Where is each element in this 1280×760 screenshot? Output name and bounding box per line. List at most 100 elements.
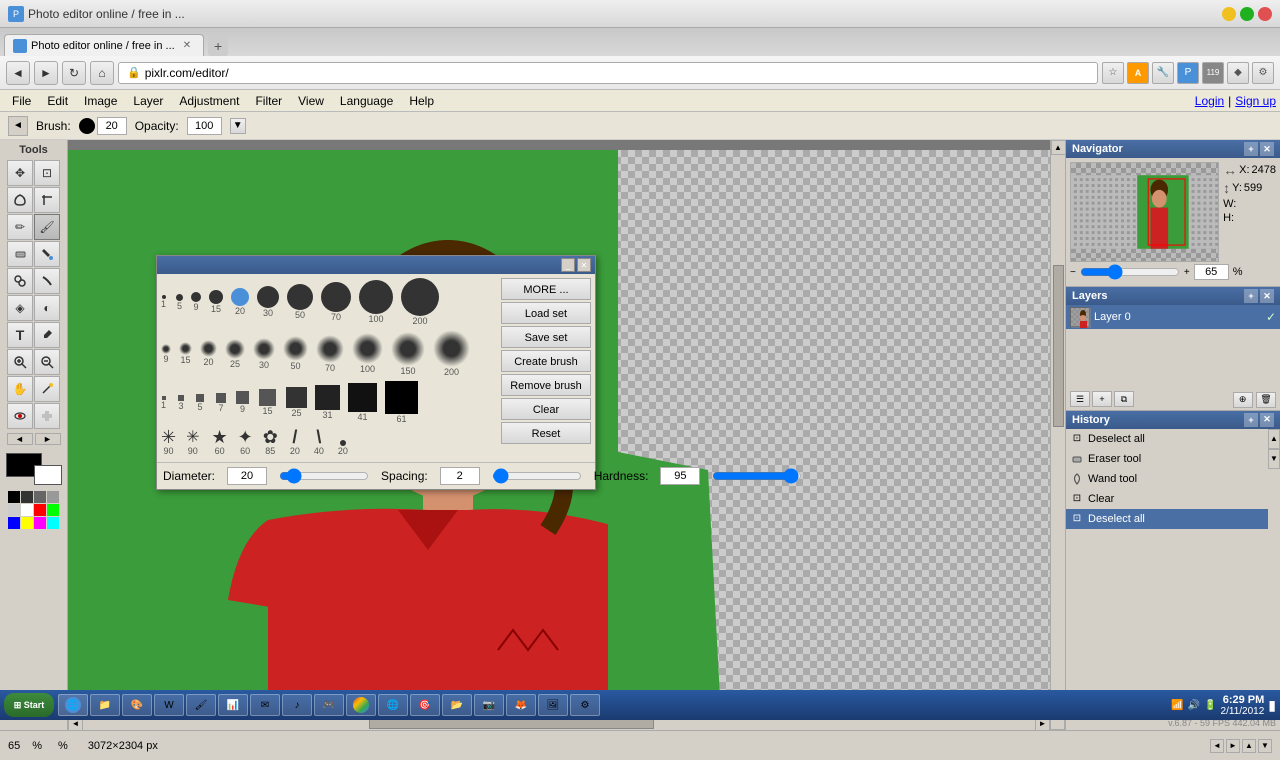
back-button[interactable]: ◄ xyxy=(6,61,30,85)
history-item-3[interactable]: ⊡ Clear xyxy=(1066,489,1268,509)
brush-size-input[interactable] xyxy=(97,117,127,135)
history-item-0[interactable]: ⊡ Deselect all xyxy=(1066,429,1268,449)
sq-brush-3[interactable]: 3 xyxy=(178,395,184,411)
history-scrollbar[interactable]: ▲ ▼ xyxy=(1268,429,1280,529)
red-eye-tool[interactable] xyxy=(7,403,33,429)
sq-brush-31[interactable]: 31 xyxy=(315,385,340,420)
brush-item-200[interactable]: 200 xyxy=(401,278,439,326)
menu-adjustment[interactable]: Adjustment xyxy=(171,92,247,110)
status-scroll-right[interactable]: ► xyxy=(1226,739,1240,753)
taskbar-app-ie[interactable]: 🌐 xyxy=(58,694,88,716)
color-cell-green[interactable] xyxy=(47,504,59,516)
sharpen-tool[interactable]: ◈ xyxy=(7,295,33,321)
address-bar[interactable]: 🔒 pixlr.com/editor/ xyxy=(118,62,1098,84)
brush-item-50[interactable]: 50 xyxy=(287,284,313,320)
sq-brush-9[interactable]: 9 xyxy=(236,391,249,414)
diameter-slider[interactable] xyxy=(279,468,369,484)
status-scroll-up-btn[interactable]: ▲ xyxy=(1242,739,1256,753)
tool-options-toggle[interactable]: ◄ xyxy=(8,116,28,136)
zoom-in-icon[interactable]: + xyxy=(1184,267,1190,278)
layers-add-btn[interactable]: + xyxy=(1092,391,1112,407)
taskbar-app-mail[interactable]: ✉ xyxy=(250,694,280,716)
dodge-tool[interactable]: ◐ xyxy=(34,295,60,321)
soft-brush-25[interactable]: 25 xyxy=(225,339,245,369)
hardness-slider[interactable] xyxy=(712,468,802,484)
vscroll-thumb[interactable] xyxy=(1053,265,1064,427)
color-cell-yellow[interactable] xyxy=(21,517,33,529)
soft-brush-30[interactable]: 30 xyxy=(253,338,275,370)
soft-brush-9[interactable]: 9 xyxy=(161,344,171,364)
zoom-input[interactable] xyxy=(1194,264,1229,280)
clear-button[interactable]: Clear xyxy=(501,398,591,420)
taskbar-app-misc[interactable]: 🎯 xyxy=(410,694,440,716)
canvas-area[interactable]: _ ✕ 1 5 xyxy=(68,140,1065,730)
remove-brush-button[interactable]: Remove brush xyxy=(501,374,591,396)
settings-icon[interactable]: ⚙ xyxy=(1252,62,1274,84)
status-scroll-down-btn[interactable]: ▼ xyxy=(1258,739,1272,753)
menu-language[interactable]: Language xyxy=(332,92,401,110)
sq-brush-61[interactable]: 61 xyxy=(385,381,418,424)
history-item-2[interactable]: Wand tool xyxy=(1066,469,1268,489)
slash-brush-20[interactable]: / 20 xyxy=(290,428,300,456)
backslash-brush-40[interactable]: \ 40 xyxy=(314,428,324,456)
flower-brush-85[interactable]: ✿ 85 xyxy=(263,428,278,456)
history-scroll-down[interactable]: ▼ xyxy=(1268,449,1280,469)
hand-tool[interactable]: ✋ xyxy=(7,376,33,402)
navigator-close-btn[interactable]: ✕ xyxy=(1260,142,1274,156)
brush-tool[interactable]: 🖌 xyxy=(34,214,60,240)
opacity-input[interactable] xyxy=(187,117,222,135)
vscroll-track[interactable] xyxy=(1053,157,1064,698)
fill-tool[interactable] xyxy=(34,241,60,267)
extension-icon3[interactable]: 119 xyxy=(1202,62,1224,84)
taskbar-app-excel[interactable]: 📊 xyxy=(218,694,248,716)
star-brush-90b[interactable]: ✳ 90 xyxy=(186,430,199,456)
soft-brush-150[interactable]: 150 xyxy=(391,332,425,376)
sq-brush-5[interactable]: 5 xyxy=(196,394,204,412)
close-button[interactable] xyxy=(1258,7,1272,21)
color-cell-d2[interactable] xyxy=(34,491,46,503)
active-tab[interactable]: Photo editor online / free in ... ✕ xyxy=(4,34,204,56)
marquee-tool[interactable]: ⊡ xyxy=(34,160,60,186)
taskbar-app-chrome[interactable] xyxy=(346,694,376,716)
taskbar-app-music[interactable]: ♪ xyxy=(282,694,312,716)
color-cell-blue[interactable] xyxy=(8,517,20,529)
color-cell-red[interactable] xyxy=(34,504,46,516)
brush-item-100[interactable]: 100 xyxy=(359,280,393,324)
brush-item-9[interactable]: 9 xyxy=(191,292,201,312)
show-desktop-btn[interactable]: ▮ xyxy=(1268,697,1276,714)
taskbar-app-ff[interactable]: 🦊 xyxy=(506,694,536,716)
star-brush-90[interactable]: ✳ 90 xyxy=(161,428,176,456)
taskbar-app-paint[interactable]: 🖌 xyxy=(186,694,216,716)
panel-collapse-btn[interactable]: ◄ xyxy=(7,433,33,445)
taskbar-app-camera[interactable]: 📷 xyxy=(474,694,504,716)
heal-tool[interactable] xyxy=(34,403,60,429)
layers-merge-btn[interactable]: ⊕ xyxy=(1233,392,1253,408)
soft-brush-70[interactable]: 70 xyxy=(316,335,344,373)
spacing-input[interactable] xyxy=(440,467,480,485)
minimize-button[interactable] xyxy=(1222,7,1236,21)
color-cell-black[interactable] xyxy=(8,491,20,503)
signup-link[interactable]: Sign up xyxy=(1235,94,1276,108)
history-item-4-active[interactable]: ⊡ Deselect all xyxy=(1066,509,1268,529)
soft-brush-15[interactable]: 15 xyxy=(179,342,192,365)
sq-brush-25[interactable]: 25 xyxy=(286,387,307,418)
panel-expand-btn[interactable]: ► xyxy=(35,433,61,445)
layers-delete-btn[interactable]: 🗑 xyxy=(1256,392,1276,408)
taskbar-app-explorer2[interactable]: 🖼 xyxy=(538,694,568,716)
extension-icon1[interactable]: 🔧 xyxy=(1152,62,1174,84)
brush-item-30[interactable]: 30 xyxy=(257,286,279,318)
brush-item-5[interactable]: 5 xyxy=(176,294,183,311)
battery-icon[interactable]: 🔋 xyxy=(1204,700,1216,711)
text-tool[interactable]: T xyxy=(7,322,33,348)
brush-item-70[interactable]: 70 xyxy=(321,282,351,322)
taskbar-app-files[interactable]: 📂 xyxy=(442,694,472,716)
tab-close-button[interactable]: ✕ xyxy=(183,40,191,51)
soft-brush-100[interactable]: 100 xyxy=(352,333,383,374)
menu-edit[interactable]: Edit xyxy=(39,92,76,110)
layers-expand-btn[interactable]: + xyxy=(1244,289,1258,303)
forward-button[interactable]: ► xyxy=(34,61,58,85)
diameter-input[interactable] xyxy=(227,467,267,485)
smudge-tool[interactable] xyxy=(34,268,60,294)
navigator-expand-btn[interactable]: + xyxy=(1244,142,1258,156)
menu-image[interactable]: Image xyxy=(76,92,125,110)
